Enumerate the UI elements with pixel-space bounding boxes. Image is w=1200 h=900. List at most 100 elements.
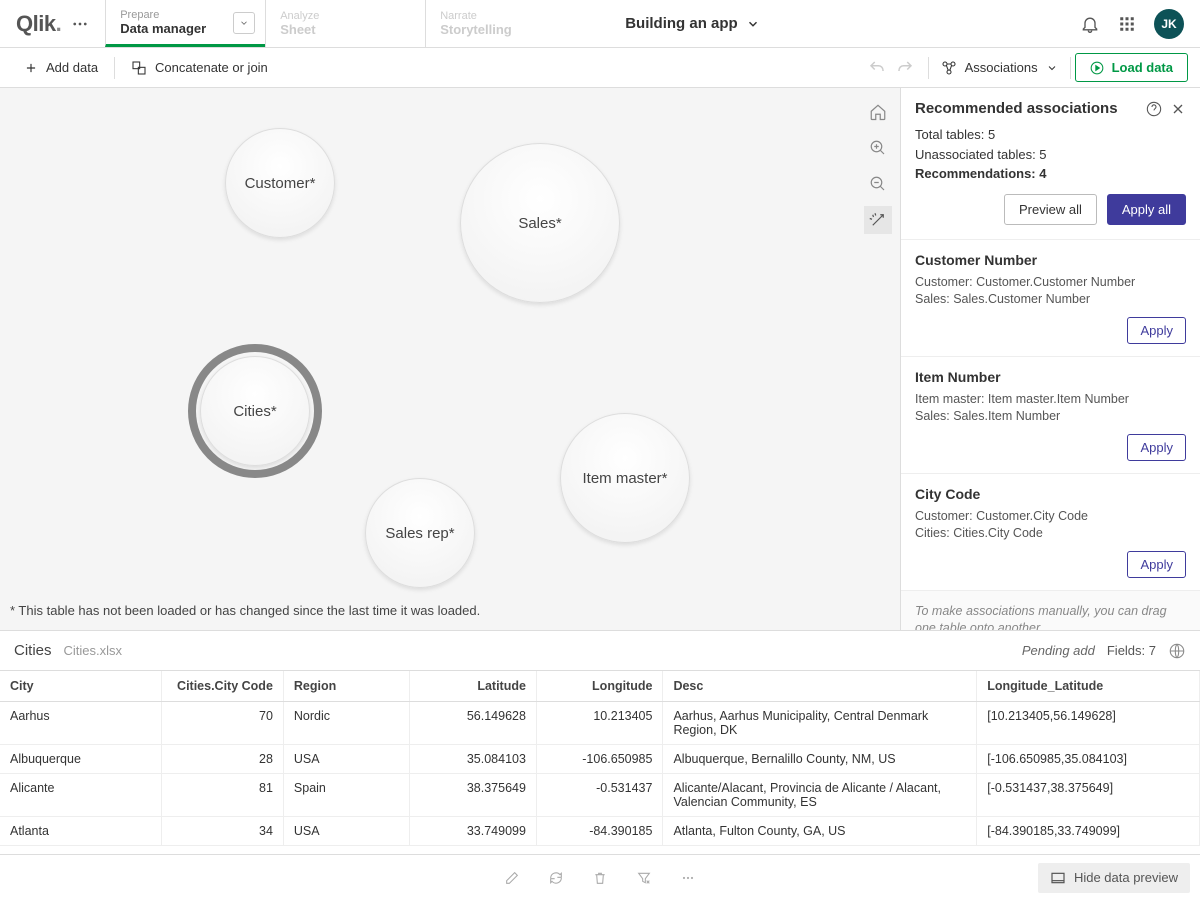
close-icon[interactable] bbox=[1170, 101, 1186, 117]
table-cell: Aarhus, Aarhus Municipality, Central Den… bbox=[663, 702, 977, 745]
col-header[interactable]: Longitude_Latitude bbox=[977, 671, 1200, 702]
table-row[interactable]: Alicante81Spain38.375649-0.531437Alicant… bbox=[0, 774, 1200, 817]
globe-icon[interactable] bbox=[1168, 642, 1186, 660]
table-cell: 28 bbox=[162, 745, 283, 774]
delete-icon[interactable] bbox=[592, 870, 608, 886]
preview-file-name: Cities.xlsx bbox=[64, 643, 123, 658]
qlik-logo: Qlik. bbox=[16, 11, 61, 37]
rec-line: Customer: Customer.City Code bbox=[915, 508, 1186, 526]
data-preview-table[interactable]: City Cities.City Code Region Latitude Lo… bbox=[0, 670, 1200, 854]
magic-wand-icon[interactable] bbox=[864, 206, 892, 234]
table-cell: 56.149628 bbox=[410, 702, 537, 745]
table-cell: -84.390185 bbox=[536, 817, 663, 846]
associations-label: Associations bbox=[965, 60, 1038, 75]
add-data-button[interactable]: Add data bbox=[12, 54, 110, 82]
zoom-out-icon[interactable] bbox=[864, 170, 892, 198]
bubble-item-master[interactable]: Item master* bbox=[560, 413, 690, 543]
col-header[interactable]: Cities.City Code bbox=[162, 671, 283, 702]
tab-prepare-group: Prepare bbox=[120, 9, 251, 21]
rec-title: City Code bbox=[915, 486, 1186, 502]
user-avatar[interactable]: JK bbox=[1154, 9, 1184, 39]
bubble-cities[interactable]: Cities* bbox=[200, 356, 310, 466]
divider bbox=[1070, 57, 1071, 79]
bubble-sales[interactable]: Sales* bbox=[460, 143, 620, 303]
apply-button[interactable]: Apply bbox=[1127, 551, 1186, 578]
apps-grid-icon[interactable] bbox=[1118, 15, 1136, 33]
recommendations-panel: Recommended associations Total tables: 5… bbox=[900, 88, 1200, 630]
col-header[interactable]: City bbox=[0, 671, 162, 702]
concatenate-button[interactable]: Concatenate or join bbox=[119, 54, 280, 82]
table-cell: 33.749099 bbox=[410, 817, 537, 846]
table-cell: 10.213405 bbox=[536, 702, 663, 745]
col-header[interactable]: Longitude bbox=[536, 671, 663, 702]
col-header[interactable]: Latitude bbox=[410, 671, 537, 702]
undo-icon[interactable] bbox=[868, 59, 886, 77]
rec-line: Cities: Cities.City Code bbox=[915, 525, 1186, 543]
summary-recommendations: Recommendations: 4 bbox=[915, 164, 1186, 184]
preview-status: Pending add bbox=[1022, 643, 1095, 658]
edit-icon[interactable] bbox=[504, 870, 520, 886]
tab-narrate[interactable]: Narrate Storytelling bbox=[425, 0, 585, 47]
more-icon[interactable] bbox=[680, 870, 696, 886]
rec-title: Customer Number bbox=[915, 252, 1186, 268]
col-header[interactable]: Desc bbox=[663, 671, 977, 702]
play-icon bbox=[1090, 61, 1104, 75]
rec-title: Item Number bbox=[915, 369, 1186, 385]
home-icon[interactable] bbox=[864, 98, 892, 126]
concatenate-label: Concatenate or join bbox=[155, 60, 268, 75]
rec-line: Sales: Sales.Customer Number bbox=[915, 291, 1186, 309]
table-row[interactable]: Albuquerque28USA35.084103-106.650985Albu… bbox=[0, 745, 1200, 774]
bubble-sales-rep[interactable]: Sales rep* bbox=[365, 478, 475, 588]
table-cell: Aarhus bbox=[0, 702, 162, 745]
table-cell: 34 bbox=[162, 817, 283, 846]
table-cell: Nordic bbox=[283, 702, 410, 745]
panel-footer-hint: To make associations manually, you can d… bbox=[901, 590, 1200, 631]
redo-icon[interactable] bbox=[896, 59, 914, 77]
bell-icon[interactable] bbox=[1080, 14, 1100, 34]
table-cell: 35.084103 bbox=[410, 745, 537, 774]
divider bbox=[928, 57, 929, 79]
app-title-bar[interactable]: Building an app bbox=[585, 0, 1064, 47]
associations-canvas[interactable]: Customer* Sales* Cities* Item master* Sa… bbox=[0, 88, 900, 630]
rec-line: Item master: Item master.Item Number bbox=[915, 391, 1186, 409]
chevron-down-icon bbox=[1046, 62, 1058, 74]
tab-analyze-group: Analyze bbox=[280, 10, 411, 22]
load-data-button[interactable]: Load data bbox=[1075, 53, 1188, 82]
table-cell: Albuquerque bbox=[0, 745, 162, 774]
app-menu-icon[interactable] bbox=[71, 15, 89, 33]
help-icon[interactable] bbox=[1146, 101, 1162, 117]
tab-prepare-dropdown[interactable] bbox=[233, 12, 255, 34]
apply-button[interactable]: Apply bbox=[1127, 317, 1186, 344]
table-cell: [10.213405,56.149628] bbox=[977, 702, 1200, 745]
app-title: Building an app bbox=[625, 15, 738, 32]
filter-clear-icon[interactable] bbox=[636, 870, 652, 886]
bubble-customer[interactable]: Customer* bbox=[225, 128, 335, 238]
associations-dropdown[interactable]: Associations bbox=[933, 60, 1066, 76]
hide-data-preview-button[interactable]: Hide data preview bbox=[1038, 863, 1190, 893]
add-data-label: Add data bbox=[46, 60, 98, 75]
apply-all-button[interactable]: Apply all bbox=[1107, 194, 1186, 225]
panel-collapse-icon bbox=[1050, 870, 1066, 886]
table-row[interactable]: Aarhus70Nordic56.14962810.213405Aarhus, … bbox=[0, 702, 1200, 745]
table-cell: Alicante bbox=[0, 774, 162, 817]
table-cell: [-106.650985,35.084103] bbox=[977, 745, 1200, 774]
tab-prepare[interactable]: Prepare Data manager bbox=[105, 0, 265, 47]
preview-fields-count: Fields: 7 bbox=[1107, 643, 1156, 658]
panel-title: Recommended associations bbox=[915, 100, 1138, 117]
table-cell: Alicante/Alacant, Provincia de Alicante … bbox=[663, 774, 977, 817]
summary-unassociated: Unassociated tables: 5 bbox=[915, 145, 1186, 165]
tab-narrate-label: Storytelling bbox=[440, 22, 571, 37]
preview-all-button[interactable]: Preview all bbox=[1004, 194, 1097, 225]
load-data-label: Load data bbox=[1112, 60, 1173, 75]
rec-line: Sales: Sales.Item Number bbox=[915, 408, 1186, 426]
concatenate-icon bbox=[131, 60, 147, 76]
hide-preview-label: Hide data preview bbox=[1074, 870, 1178, 885]
tab-analyze[interactable]: Analyze Sheet bbox=[265, 0, 425, 47]
table-cell: Albuquerque, Bernalillo County, NM, US bbox=[663, 745, 977, 774]
refresh-icon[interactable] bbox=[548, 870, 564, 886]
table-row[interactable]: Atlanta34USA33.749099-84.390185Atlanta, … bbox=[0, 817, 1200, 846]
zoom-in-icon[interactable] bbox=[864, 134, 892, 162]
table-cell: Atlanta, Fulton County, GA, US bbox=[663, 817, 977, 846]
apply-button[interactable]: Apply bbox=[1127, 434, 1186, 461]
col-header[interactable]: Region bbox=[283, 671, 410, 702]
